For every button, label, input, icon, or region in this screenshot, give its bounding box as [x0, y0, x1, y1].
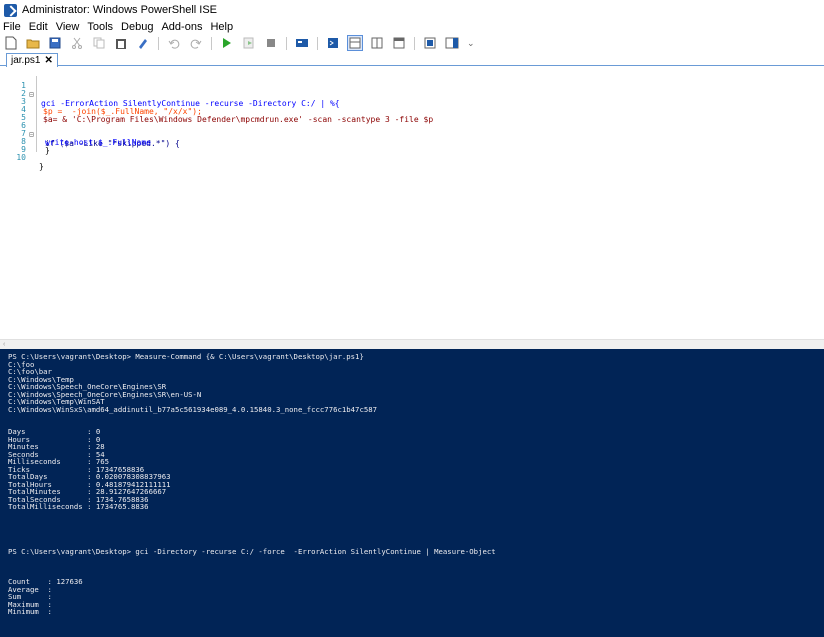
toolbar-separator [211, 36, 212, 50]
console-line: Count : 127636 [8, 577, 83, 586]
toolbar-overflow-icon[interactable]: ⌄ [467, 38, 475, 49]
powershell-icon [4, 3, 17, 17]
console-line: C:\foo [8, 359, 35, 369]
show-command-window-icon[interactable] [423, 36, 437, 50]
code-text: } [39, 162, 44, 171]
console-line: Minimum : [8, 607, 52, 616]
menu-file[interactable]: File [3, 21, 21, 33]
undo-icon[interactable] [167, 36, 181, 50]
show-script-pane-maximized-icon[interactable] [392, 36, 406, 50]
script-editor[interactable]: 1 ⊟ gci -ErrorAction SilentlyContinue -r… [0, 67, 824, 339]
redo-icon[interactable] [189, 36, 203, 50]
new-file-icon[interactable] [4, 36, 18, 50]
start-powershell-icon[interactable] [326, 36, 340, 50]
console-line: TotalMilliseconds : 1734765.8836 [8, 502, 149, 511]
console-line: Days : 0 [8, 427, 101, 436]
remote-powershell-tab-icon[interactable] [295, 36, 309, 50]
toolbar-separator [317, 36, 318, 50]
console-line: C:\Windows\Speech_OneCore\Engines\SR\en-… [8, 389, 202, 399]
menu-tools[interactable]: Tools [87, 21, 113, 33]
toolbar-separator [286, 36, 287, 50]
menu-add-ons[interactable]: Add-ons [161, 21, 202, 33]
copy-icon[interactable] [92, 36, 106, 50]
console-line: PS C:\Users\vagrant\Desktop> gci -Direct… [8, 547, 496, 556]
scroll-left-icon[interactable]: ‹ [3, 341, 5, 348]
close-icon[interactable]: ✕ [44, 55, 52, 66]
console-pane[interactable]: PS C:\Users\vagrant\Desktop> Measure-Com… [0, 349, 824, 637]
console-line: Minutes : 28 [8, 442, 105, 451]
show-script-pane-right-icon[interactable] [370, 36, 384, 50]
console-line: C:\foo\bar [8, 367, 52, 376]
tab-label: jar.ps1 [11, 55, 41, 66]
console-line: Maximum : [8, 599, 52, 609]
console-line: Sum : [8, 592, 52, 601]
code-line: 10 } [0, 144, 824, 171]
save-icon[interactable] [48, 36, 62, 50]
toolbar-separator [414, 36, 415, 50]
console-line: C:\Windows\WinSxS\amd64_addinutil_b77a5c… [8, 404, 378, 414]
title-bar: Administrator: Windows PowerShell ISE [0, 0, 824, 20]
run-script-icon[interactable] [220, 36, 234, 50]
paste-icon[interactable] [114, 36, 128, 50]
toolbar-separator [158, 36, 159, 50]
menu-debug[interactable]: Debug [121, 21, 153, 33]
show-command-addon-icon[interactable] [445, 36, 459, 50]
cut-icon[interactable] [70, 36, 84, 50]
toolbar: ⌄ [0, 34, 824, 52]
script-tab-bar: jar.ps1 ✕ [0, 52, 824, 67]
open-folder-icon[interactable] [26, 36, 40, 50]
editor-horizontal-scrollbar[interactable]: ‹ [0, 339, 824, 349]
fold-guide-line [36, 76, 37, 152]
stop-icon[interactable] [264, 36, 278, 50]
run-selection-icon[interactable] [242, 36, 256, 50]
menu-help[interactable]: Help [210, 21, 233, 33]
clear-console-icon[interactable] [136, 36, 150, 50]
line-number: 10 [16, 153, 26, 162]
menu-bar: File Edit View Tools Debug Add-ons Help [0, 20, 824, 34]
show-script-pane-top-icon[interactable] [347, 35, 363, 51]
console-line: PS C:\Users\vagrant\Desktop> Measure-Com… [8, 352, 364, 361]
menu-edit[interactable]: Edit [29, 21, 48, 33]
console-line: Average : [8, 584, 52, 594]
window-title: Administrator: Windows PowerShell ISE [22, 4, 218, 16]
menu-view[interactable]: View [56, 21, 80, 33]
console-line: Seconds : 54 [8, 449, 105, 459]
console-line: Hours : 0 [8, 434, 101, 444]
tab-jar-ps1[interactable]: jar.ps1 ✕ [6, 53, 58, 67]
